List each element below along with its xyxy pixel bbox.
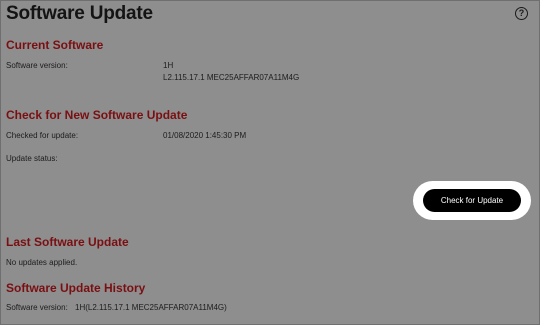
last-update-text: No updates applied. <box>6 258 78 267</box>
checked-for-update-value: 01/08/2020 1:45:30 PM <box>163 131 247 140</box>
history-entry-value: 1H(L2.115.17.1 MEC25AFFAR07A11M4G) <box>75 303 227 312</box>
software-version-label: Software version: <box>6 61 68 70</box>
history-heading: Software Update History <box>6 281 146 295</box>
last-update-heading: Last Software Update <box>6 235 129 249</box>
page-title: Software Update <box>6 3 153 24</box>
update-status-label: Update status: <box>6 154 58 163</box>
check-update-heading: Check for New Software Update <box>6 108 188 122</box>
history-entry-label: Software version: <box>6 303 68 312</box>
software-version-line2: L2.115.17.1 MEC25AFFAR07A11M4G <box>163 73 300 82</box>
software-update-panel: Software Update ? Current Software Softw… <box>0 0 540 325</box>
checked-for-update-label: Checked for update: <box>6 131 79 140</box>
current-software-heading: Current Software <box>6 38 104 52</box>
check-for-update-button[interactable]: Check for Update <box>423 189 521 212</box>
help-icon[interactable]: ? <box>515 7 528 20</box>
software-version-line1: 1H <box>163 61 174 70</box>
